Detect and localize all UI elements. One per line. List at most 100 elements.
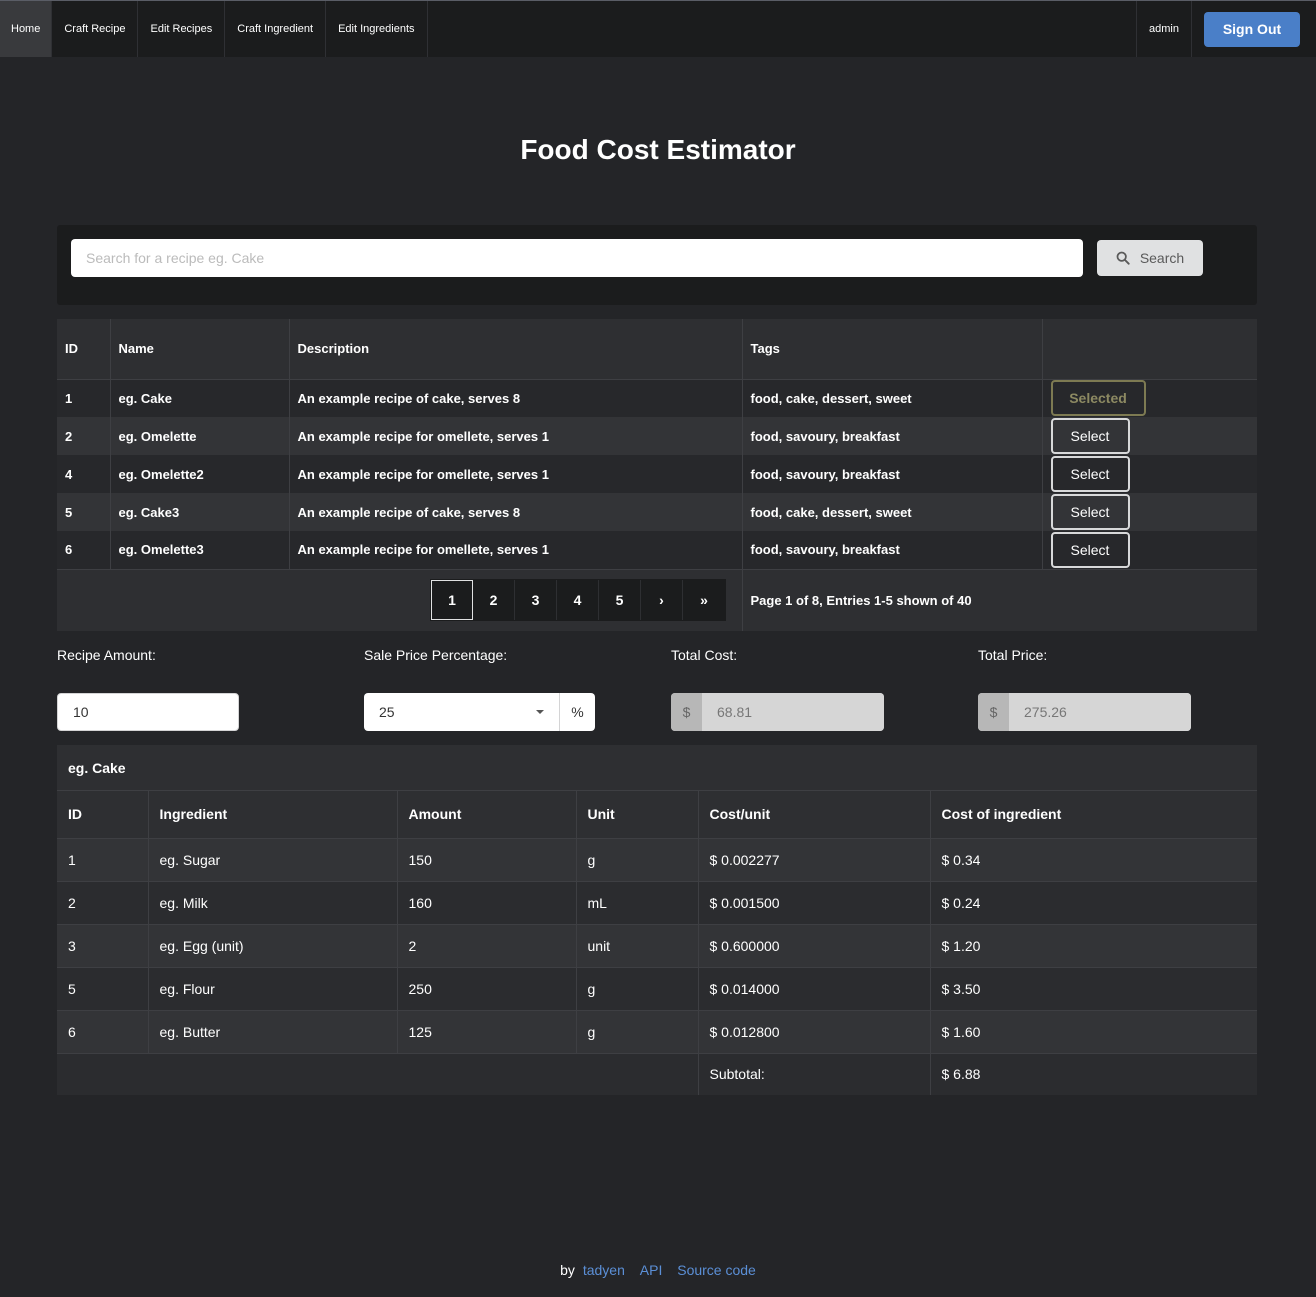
total-price-field: $ 275.26 bbox=[978, 693, 1191, 731]
author-link[interactable]: tadyen bbox=[583, 1262, 625, 1278]
col-header-ingredient: Ingredient bbox=[148, 791, 398, 839]
recipe-id: 5 bbox=[57, 493, 111, 531]
col-header-cost-unit: Cost/unit bbox=[698, 791, 931, 839]
nav-user[interactable]: admin bbox=[1136, 1, 1192, 57]
nav-craft-recipe[interactable]: Craft Recipe bbox=[52, 1, 139, 57]
subtotal-spacer bbox=[57, 1053, 699, 1095]
table-row: 3 eg. Egg (unit) 2 unit $ 0.600000 $ 1.2… bbox=[57, 924, 1257, 968]
recipe-amount-input[interactable] bbox=[57, 693, 239, 731]
last-page-icon[interactable]: » bbox=[683, 580, 725, 621]
ingredient-amount: 160 bbox=[397, 881, 577, 925]
dollar-label: $ bbox=[978, 693, 1009, 731]
recipe-tags: food, savoury, breakfast bbox=[742, 417, 1043, 455]
page-button-3[interactable]: 3 bbox=[515, 580, 557, 621]
recipe-name: eg. Omelette2 bbox=[110, 455, 290, 493]
ingredient-table-header: ID Ingredient Amount Unit Cost/unit Cost… bbox=[57, 791, 1257, 839]
page-info-cell: Page 1 of 8, Entries 1-5 shown of 40 bbox=[741, 568, 1257, 631]
ingredient-table: ID Ingredient Amount Unit Cost/unit Cost… bbox=[57, 791, 1257, 1095]
recipe-table: ID Name Description Tags 1 eg. Cake An e… bbox=[57, 319, 1257, 631]
col-header-amount: Amount bbox=[397, 791, 577, 839]
nav-craft-ingredient[interactable]: Craft Ingredient bbox=[225, 1, 327, 57]
ingredient-unit: g bbox=[576, 1010, 699, 1054]
recipe-name: eg. Omelette bbox=[110, 417, 290, 455]
recipe-tags: food, cake, dessert, sweet bbox=[742, 379, 1043, 417]
ingredient-panel: eg. Cake ID Ingredient Amount Unit Cost/… bbox=[57, 745, 1257, 1095]
nav-edit-ingredients[interactable]: Edit Ingredients bbox=[326, 1, 428, 57]
ingredient-name: eg. Flour bbox=[148, 967, 398, 1011]
subtotal-label: Subtotal: bbox=[698, 1053, 931, 1095]
ingredient-cost-unit: $ 0.012800 bbox=[698, 1010, 931, 1054]
signout-wrap: Sign Out bbox=[1192, 1, 1316, 57]
recipe-tags: food, savoury, breakfast bbox=[742, 455, 1043, 493]
ingredient-cost-unit: $ 0.600000 bbox=[698, 924, 931, 968]
recipe-description: An example recipe of cake, serves 8 bbox=[289, 493, 743, 531]
ingredient-cost: $ 1.20 bbox=[930, 924, 1257, 968]
recipe-id: 1 bbox=[57, 379, 111, 417]
table-row: 6 eg. Butter 125 g $ 0.012800 $ 1.60 bbox=[57, 1010, 1257, 1054]
sign-out-button[interactable]: Sign Out bbox=[1204, 11, 1300, 47]
recipe-action-cell: Select bbox=[1042, 417, 1257, 455]
next-page-icon[interactable]: › bbox=[641, 580, 683, 621]
page-info: Page 1 of 8, Entries 1-5 shown of 40 bbox=[750, 592, 972, 608]
sale-pct-dropdown[interactable]: 25 bbox=[364, 693, 560, 731]
footer-by: by bbox=[560, 1262, 575, 1278]
ingredient-cost: $ 0.34 bbox=[930, 838, 1257, 882]
selected-button[interactable]: Selected bbox=[1050, 380, 1146, 417]
recipe-action-cell: Select bbox=[1042, 493, 1257, 531]
select-button[interactable]: Select bbox=[1050, 494, 1130, 530]
table-row: 4 eg. Omelette2 An example recipe for om… bbox=[57, 455, 1257, 493]
recipe-table-header: ID Name Description Tags bbox=[57, 319, 1257, 380]
ingredient-cost: $ 0.24 bbox=[930, 881, 1257, 925]
table-row: 2 eg. Omelette An example recipe for ome… bbox=[57, 417, 1257, 455]
page-button-1[interactable]: 1 bbox=[431, 580, 473, 621]
recipe-action-cell: Select bbox=[1042, 531, 1257, 569]
ingredient-id: 6 bbox=[57, 1010, 149, 1054]
ingredient-name: eg. Egg (unit) bbox=[148, 924, 398, 968]
source-code-link[interactable]: Source code bbox=[677, 1262, 756, 1278]
col-header-cost-ingredient: Cost of ingredient bbox=[930, 791, 1257, 839]
total-price-value: 275.26 bbox=[1009, 693, 1191, 731]
select-button[interactable]: Select bbox=[1050, 418, 1130, 454]
search-button-label: Search bbox=[1139, 250, 1185, 266]
select-button[interactable]: Select bbox=[1050, 531, 1130, 568]
recipe-description: An example recipe for omellete, serves 1 bbox=[289, 531, 743, 569]
ingredient-name: eg. Milk bbox=[148, 881, 398, 925]
recipe-id: 6 bbox=[57, 531, 111, 569]
api-link[interactable]: API bbox=[640, 1262, 663, 1278]
select-button[interactable]: Select bbox=[1050, 456, 1130, 492]
pagination: 1 2 3 4 5 › » bbox=[430, 579, 726, 622]
chevron-down-icon bbox=[536, 710, 544, 714]
sale-pct-value: 25 bbox=[379, 704, 395, 720]
page-button-5[interactable]: 5 bbox=[599, 580, 641, 621]
ingredient-unit: g bbox=[576, 967, 699, 1011]
page-button-4[interactable]: 4 bbox=[557, 580, 599, 621]
ingredient-unit: unit bbox=[576, 924, 699, 968]
table-row: 6 eg. Omelette3 An example recipe for om… bbox=[57, 531, 1257, 569]
recipe-action-cell: Select bbox=[1042, 455, 1257, 493]
ingredient-cost: $ 3.50 bbox=[930, 967, 1257, 1011]
search-input[interactable] bbox=[71, 239, 1083, 277]
recipe-description: An example recipe for omellete, serves 1 bbox=[289, 455, 743, 493]
nav-edit-recipes[interactable]: Edit Recipes bbox=[138, 1, 226, 57]
col-header-unit: Unit bbox=[576, 791, 699, 839]
table-row: 2 eg. Milk 160 mL $ 0.001500 $ 0.24 bbox=[57, 881, 1257, 925]
ingredient-id: 1 bbox=[57, 838, 149, 882]
col-header-id: ID bbox=[57, 791, 149, 839]
recipe-tags: food, savoury, breakfast bbox=[742, 531, 1043, 569]
ingredient-cost-unit: $ 0.002277 bbox=[698, 838, 931, 882]
table-row: 5 eg. Cake3 An example recipe of cake, s… bbox=[57, 493, 1257, 531]
ingredient-cost-unit: $ 0.001500 bbox=[698, 881, 931, 925]
ingredient-amount: 250 bbox=[397, 967, 577, 1011]
pagination-row: 1 2 3 4 5 › » Page 1 of 8, Entries 1-5 s… bbox=[57, 568, 1257, 631]
recipe-id: 2 bbox=[57, 417, 111, 455]
search-button[interactable]: Search bbox=[1097, 240, 1203, 276]
total-cost-field: $ 68.81 bbox=[671, 693, 884, 731]
sale-pct-label: Sale Price Percentage: bbox=[364, 647, 508, 663]
col-header-description: Description bbox=[289, 319, 743, 380]
selected-recipe-name: eg. Cake bbox=[57, 745, 1257, 791]
ingredient-amount: 150 bbox=[397, 838, 577, 882]
search-panel: Search bbox=[57, 225, 1257, 305]
page-button-2[interactable]: 2 bbox=[473, 580, 515, 621]
nav-home[interactable]: Home bbox=[0, 1, 53, 57]
ingredient-amount: 2 bbox=[397, 924, 577, 968]
